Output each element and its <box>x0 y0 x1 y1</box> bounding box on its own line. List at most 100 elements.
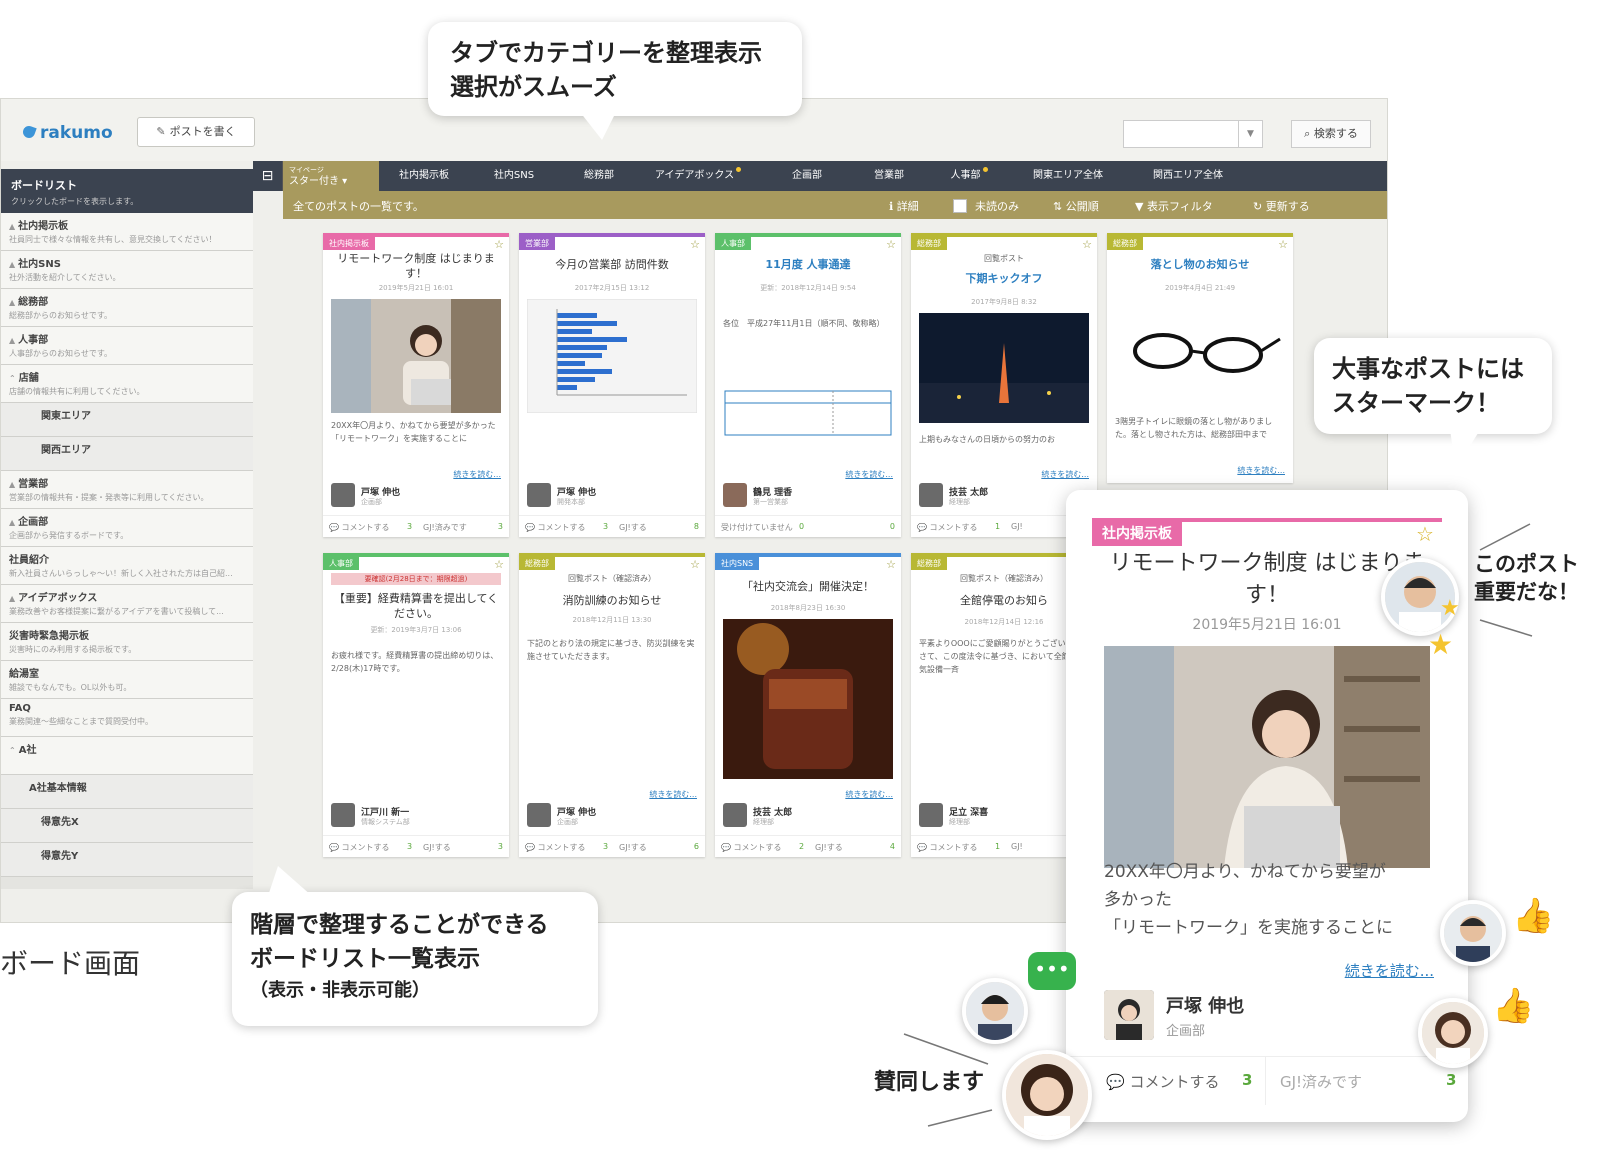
read-more-link[interactable]: 続きを読む... <box>1237 465 1285 476</box>
read-more-link[interactable]: 続きを読む... <box>1041 469 1089 480</box>
zoom-author-dept: 企画部 <box>1166 1024 1206 1039</box>
read-more-link[interactable]: 続きを読む... <box>845 469 893 480</box>
card-date: 更新：2018年12月14日 9:54 <box>760 284 856 292</box>
gj-button[interactable]: GJ!する <box>423 842 451 853</box>
refresh-button[interactable]: ↻ 更新する <box>1253 198 1310 214</box>
sidebar-item-planning[interactable]: ▲ 企画部 企画部から発信するボードです。 <box>1 509 253 547</box>
sidebar-item-board[interactable]: ▲ 社内掲示板 社員同士で様々な情報を共有し、意見交換してください！ <box>1 213 253 251</box>
display-filter-button[interactable]: ▼ 表示フィルタ <box>1135 198 1213 214</box>
author-dept: 開発本部 <box>557 498 585 506</box>
avatar <box>1104 990 1154 1040</box>
read-more-link[interactable]: 続きを読む... <box>845 789 893 800</box>
sidebar-item-company-a[interactable]: ⌃ A社 <box>1 737 253 775</box>
comment-button[interactable]: 💬 コメントする <box>917 842 978 853</box>
gj-button[interactable]: GJ! <box>1011 842 1023 851</box>
smiling-woman-photo <box>1002 1050 1092 1140</box>
rakumo-logo[interactable]: rakumo <box>21 123 113 143</box>
search-button[interactable]: ⌕ 検索する <box>1291 120 1371 148</box>
tab-planning[interactable]: 企画部 <box>771 161 843 191</box>
tab-mypage[interactable]: マイページ スター付き ▾ <box>283 161 379 191</box>
post-card[interactable]: 総務部 ☆ 回覧ポスト 下期キックオフ 2017年9月8日 8:32 上期もみな… <box>911 233 1097 537</box>
sidebar-item-store[interactable]: ⌃ 店舗 店舗の情報共有に利用してください。 <box>1 365 253 403</box>
card-title: 「社内交流会」開催決定！ <box>742 580 874 593</box>
star-icon[interactable]: ☆ <box>1278 238 1288 251</box>
deadline-badge: 要確認(2月28日まで：期限超過) <box>331 573 501 585</box>
sidebar-toggle-icon[interactable]: ⊟ <box>253 161 283 191</box>
list-callout-line1: 階層で整理することができる <box>250 912 549 938</box>
sidebar-item-idea[interactable]: ▲ アイデアボックス 業務改善やお客様提案に繋がるアイデアを書いて投稿して... <box>1 585 253 623</box>
star-icon[interactable]: ☆ <box>886 558 896 571</box>
unread-checkbox[interactable] <box>953 199 967 213</box>
zoom-author-name: 戸塚 伸也 <box>1166 996 1245 1017</box>
sidebar-item-intro[interactable]: 社員紹介 新入社員さんいらっしゃ〜い！新しく入社された方は自己紹... <box>1 547 253 585</box>
gj-button[interactable]: GJ!する <box>619 522 647 533</box>
sidebar-item-disaster[interactable]: 災害時緊急掲示板 災害時にのみ利用する掲示板です。 <box>1 623 253 661</box>
sidebar-item-client-y[interactable]: 得意先Y <box>1 843 253 877</box>
unread-only-toggle[interactable]: 未読のみ <box>953 198 1019 214</box>
sidebar-item-kanto[interactable]: 関東エリア <box>1 403 253 437</box>
comment-button[interactable]: 💬 コメントする 3 <box>1066 1057 1266 1105</box>
card-title: 【重要】経費精算書を提出してください。 <box>333 592 499 620</box>
comment-button[interactable]: 💬 コメントする <box>917 522 978 533</box>
detail-button[interactable]: ℹ 詳細 <box>889 198 919 214</box>
star-icon[interactable]: ☆ <box>886 238 896 251</box>
post-card[interactable]: 人事部 ☆ 要確認(2月28日まで：期限超過) 【重要】経費精算書を提出してくだ… <box>323 553 509 857</box>
night-city-photo <box>919 313 1089 423</box>
post-card[interactable]: 人事部 ☆ 11月度 人事通達 更新：2018年12月14日 9:54 各位 平… <box>715 233 901 537</box>
write-post-button[interactable]: ✎ ポストを書く <box>137 117 255 147</box>
read-more-link[interactable]: 続きを読む... <box>649 789 697 800</box>
post-card[interactable]: 営業部 ☆ 今月の営業部 訪問件数 2017年2月15日 13:12 戸塚 伸也… <box>519 233 705 537</box>
tab-kanto[interactable]: 関東エリア全体 <box>1013 161 1123 191</box>
post-card[interactable]: 社内SNS ☆ 「社内交流会」開催決定！ 2018年8月23日 16:30 続き… <box>715 553 901 857</box>
comment-button[interactable]: 💬 コメントする <box>329 522 390 533</box>
man-suit-photo <box>1440 900 1506 966</box>
star-icon[interactable]: ☆ <box>494 238 504 251</box>
tab-kansai[interactable]: 関西エリア全体 <box>1133 161 1243 191</box>
notice-label: 回覧ポスト（確認済み） <box>568 574 656 583</box>
chevron-down-icon[interactable]: ▼ <box>1238 121 1262 147</box>
gj-count: 3 <box>497 522 503 531</box>
star-icon[interactable]: ☆ <box>690 558 700 571</box>
post-card[interactable]: 総務部 ☆ 回覧ポスト（確認済み） 消防訓練のお知らせ 2018年12月11日 … <box>519 553 705 857</box>
card-date: 更新：2019年3月7日 13:06 <box>370 626 462 634</box>
post-card[interactable]: 社内掲示板 ☆ リモートワーク制度 はじまります！ 2019年5月21日 16:… <box>323 233 509 537</box>
tab-idea-box-label: アイデアボックス <box>654 170 735 181</box>
gj-button[interactable]: GJ!済みです <box>423 522 467 533</box>
comment-button[interactable]: 💬 コメントする <box>721 842 782 853</box>
star-icon[interactable]: ☆ <box>1082 238 1092 251</box>
sidebar-item-client-x[interactable]: 得意先X <box>1 809 253 843</box>
comment-button[interactable]: 💬 コメントする <box>329 842 390 853</box>
card-title: 下期キックオフ <box>965 272 1043 285</box>
tab-sales[interactable]: 営業部 <box>853 161 925 191</box>
tab-general-affairs[interactable]: 総務部 <box>563 161 635 191</box>
new-dot-icon <box>736 167 742 172</box>
sort-order-button[interactable]: ⇅ 公開順 <box>1053 198 1099 214</box>
read-more-link[interactable]: 続きを読む... <box>453 469 501 480</box>
sidebar-item-hr[interactable]: ▲ 人事部 人事部からのお知らせです。 <box>1 327 253 365</box>
sidebar-item-sales[interactable]: ▲ 営業部 営業部の情報共有・提案・発表等に利用してください。 <box>1 471 253 509</box>
tab-idea-box[interactable]: アイデアボックス <box>643 161 753 191</box>
tab-board[interactable]: 社内掲示板 <box>383 161 465 191</box>
comment-button[interactable]: 💬 コメントする <box>525 842 586 853</box>
comment-button[interactable]: 💬 コメントする <box>525 522 586 533</box>
search-input[interactable]: ▼ <box>1123 120 1263 148</box>
sidebar-item-general[interactable]: ▲ 総務部 総務部からのお知らせです。 <box>1 289 253 327</box>
gj-button[interactable]: GJ!する <box>619 842 647 853</box>
sidebar-item-company-a-info[interactable]: A社基本情報 <box>1 775 253 809</box>
star-icon[interactable]: ☆ <box>690 238 700 251</box>
tab-hr[interactable]: 人事部 <box>933 161 1005 191</box>
thumbs-up-icon: 👍 <box>1512 896 1555 936</box>
sidebar-item-kansai[interactable]: 関西エリア <box>1 437 253 471</box>
gj-button[interactable]: GJ!する <box>815 842 843 853</box>
sidebar-item-faq[interactable]: FAQ 業務関連〜些細なことまで質問受付中。 <box>1 699 253 737</box>
tab-sns[interactable]: 社内SNS <box>473 161 555 191</box>
star-icon[interactable]: ☆ <box>494 558 504 571</box>
star-icon[interactable]: ☆ <box>1416 522 1434 546</box>
sidebar-item-sns[interactable]: ▲ 社内SNS 社外活動を紹介してください。 <box>1 251 253 289</box>
speech-lines <box>1479 523 1533 637</box>
gj-button[interactable]: GJ! <box>1011 522 1023 531</box>
post-card[interactable]: 総務部 ☆ 落とし物のお知らせ 2019年4月4日 21:49 3階男子トイレに… <box>1107 233 1293 483</box>
read-more-link[interactable]: 続きを読む... <box>1345 960 1434 981</box>
sidebar-item-kitchen[interactable]: 給湯室 雑談でもなんでも。OL以外も可。 <box>1 661 253 699</box>
gj-count: 3 <box>497 842 503 851</box>
